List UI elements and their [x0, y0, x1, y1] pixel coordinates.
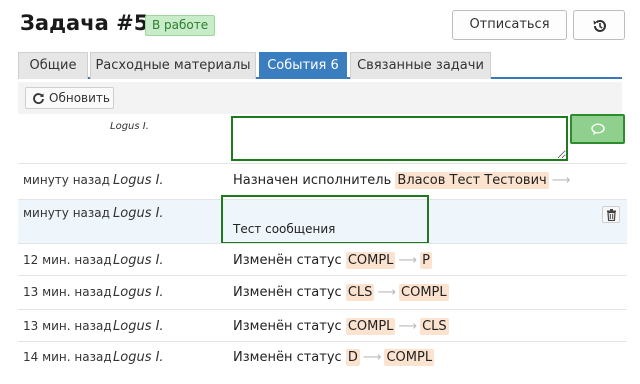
refresh-icon — [33, 93, 44, 104]
tab-events[interactable]: События 6 — [259, 52, 347, 79]
event-to-tag: COMPL — [384, 349, 435, 366]
event-time: 13 мин. назад — [23, 319, 112, 333]
event-prefix: Изменён статус — [233, 253, 342, 268]
event-row: минуту назад Logus I. Назначен исполните… — [18, 163, 627, 199]
event-time: 12 мин. назад — [23, 253, 112, 267]
comment-icon — [591, 123, 605, 135]
tab-consumables[interactable]: Расходные материалы — [90, 52, 256, 79]
event-from-tag: Власов Тест Тестович — [395, 172, 549, 189]
event-description: Назначен исполнитель Власов Тест Тестови… — [233, 172, 573, 189]
history-button[interactable] — [573, 10, 625, 40]
event-time: 14 мин. назад — [23, 350, 112, 364]
event-author: Logus I. — [113, 253, 164, 268]
event-prefix: Изменён статус — [233, 350, 342, 365]
event-description: Изменён статус COMPL ⟶ CLS — [233, 318, 449, 335]
page-title: Задача #5 — [20, 11, 149, 35]
refresh-button[interactable]: Обновить — [25, 87, 114, 109]
event-from-tag: COMPL — [345, 318, 396, 335]
event-prefix: Изменён статус — [233, 285, 342, 300]
event-description: Изменён статус CLS ⟶ COMPL — [233, 284, 449, 301]
event-to-tag: CLS — [420, 318, 449, 335]
message-input[interactable] — [231, 116, 568, 161]
arrow-icon: ⟶ — [398, 319, 418, 334]
event-prefix: Назначен исполнитель — [233, 173, 392, 188]
tab-related-tasks[interactable]: Связанные задачи — [350, 52, 491, 79]
event-author: Logus I. — [113, 350, 164, 365]
arrow-icon: ⟶ — [398, 253, 418, 268]
events-toolbar: Обновить — [18, 82, 622, 114]
event-description: Изменён статус D ⟶ COMPL — [233, 349, 435, 366]
unsubscribe-button[interactable]: Отписаться — [452, 10, 567, 40]
event-author: Logus I. — [113, 206, 164, 221]
event-from-tag: COMPL — [345, 252, 396, 269]
event-row: 13 мин. назад Logus I. Изменён статус CL… — [18, 275, 627, 311]
event-row: 13 мин. назад Logus I. Изменён статус CO… — [18, 309, 627, 345]
refresh-label: Обновить — [49, 91, 110, 105]
status-badge: В работе — [145, 15, 216, 36]
message-highlight — [221, 195, 429, 244]
event-to-tag: COMPL — [399, 284, 449, 301]
event-message-text: Тест сообщения — [233, 222, 336, 236]
send-comment-button[interactable] — [570, 114, 625, 144]
event-time: 13 мин. назад — [23, 285, 112, 299]
arrow-icon: ⟶ — [377, 285, 397, 300]
event-description: Изменён статус COMPL ⟶ P — [233, 252, 432, 269]
arrow-icon: ⟶ — [362, 350, 382, 365]
event-time: минуту назад — [23, 173, 110, 187]
event-row: 14 мин. назад Logus I. Изменён статус D ⟶… — [18, 341, 627, 374]
event-to-tag: P — [420, 252, 432, 269]
event-author: Logus I. — [113, 319, 164, 334]
tab-general[interactable]: Общие — [18, 52, 88, 79]
delete-message-button[interactable] — [602, 206, 620, 223]
event-prefix: Изменён статус — [233, 319, 342, 334]
event-row: 12 мин. назад Logus I. Изменён статус CO… — [18, 243, 627, 279]
event-author: Logus I. — [113, 285, 164, 300]
history-icon — [593, 19, 606, 32]
event-author: Logus I. — [113, 173, 164, 188]
event-time: минуту назад — [23, 206, 110, 220]
trash-icon — [607, 209, 616, 221]
compose-author: Logus I. — [110, 121, 149, 132]
event-from-tag: D — [345, 349, 360, 366]
event-from-tag: CLS — [345, 284, 375, 301]
tab-bar: Общие Расходные материалы События 6 Связ… — [18, 52, 622, 79]
arrow-icon: ⟶ — [551, 173, 571, 188]
